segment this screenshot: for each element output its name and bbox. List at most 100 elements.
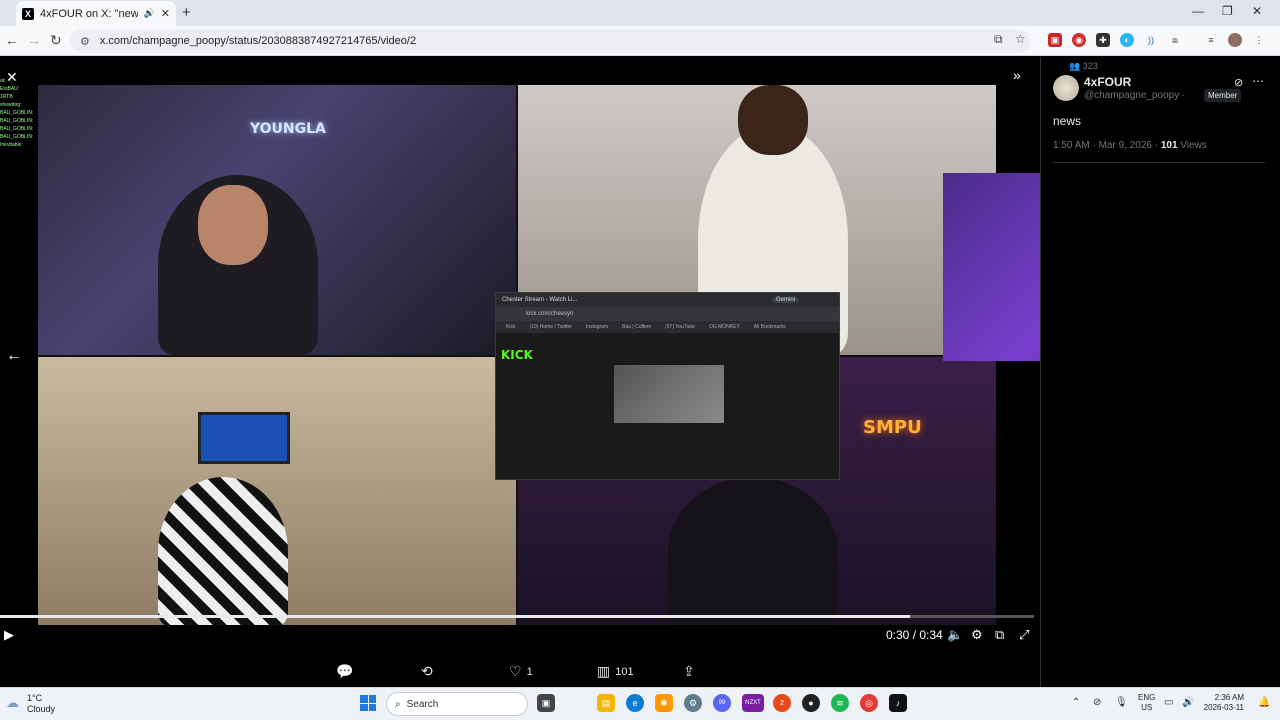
forward-icon[interactable]: → — [27, 32, 41, 48]
app-icon[interactable]: ✱ — [655, 694, 673, 712]
maximize-button[interactable]: ❐ — [1222, 4, 1233, 18]
brave-icon[interactable]: 2 — [773, 694, 791, 712]
repost-button[interactable]: ⟲ — [421, 663, 433, 680]
extension-3-icon[interactable]: ✚ — [1096, 33, 1110, 47]
community-count-value: 323 — [1082, 61, 1098, 71]
avatar[interactable] — [1053, 75, 1079, 101]
picture-in-picture-icon[interactable]: ⧉ — [995, 627, 1004, 643]
embedded-browser-window: Chester Stream - Watch Li... Gemini kick… — [495, 292, 840, 480]
notifications-icon[interactable]: 🔔 — [1258, 697, 1270, 708]
like-count: 1 — [526, 665, 533, 678]
reply-button[interactable]: 💬 — [336, 663, 353, 680]
back-icon[interactable]: ← — [5, 32, 19, 48]
author-name[interactable]: 4xFOUR — [1084, 75, 1131, 89]
bookmark-item: All Bookmarks — [753, 324, 786, 330]
x-logo-icon: X — [22, 7, 34, 20]
taskbar-search[interactable]: ⌕ Search — [386, 692, 528, 716]
share-icon: ⇪ — [683, 663, 695, 679]
stream-chat-overlay: at: EtoBAU: 1RTB: shewdog: BAU_GOBLIN: B… — [0, 77, 38, 277]
divider — [1053, 162, 1265, 163]
bookmark-item: (57) YouTube — [665, 324, 695, 330]
expand-sidebar-icon[interactable]: » — [1013, 67, 1021, 83]
gemini-button: Gemini — [771, 297, 799, 303]
extension-1-icon[interactable]: ▣ — [1048, 33, 1062, 47]
media-controls-icon[interactable]: ≡ — [1204, 33, 1218, 47]
views-button[interactable]: ▥ 101 — [597, 663, 634, 680]
install-app-icon[interactable]: ⧉ — [994, 32, 1003, 47]
chat-line: BAU_GOBLIN: — [0, 134, 34, 140]
nzxt-icon[interactable]: NZXT — [742, 694, 764, 712]
extension-2-icon[interactable]: ◉ — [1072, 33, 1086, 47]
settings-gear-icon[interactable]: ⚙ — [971, 627, 983, 643]
repost-icon: ⟲ — [421, 663, 433, 679]
like-button[interactable]: ♡ 1 — [509, 663, 533, 680]
extensions-puzzle-icon[interactable]: ⧈ — [1168, 33, 1182, 47]
site-info-icon[interactable]: ⚙ — [80, 35, 90, 48]
handle-separator: · — [1182, 90, 1186, 101]
weather-temp[interactable]: 1°C — [27, 693, 42, 703]
address-bar[interactable]: ⚙ x.com/champagne_poopy/status/203088387… — [70, 29, 1030, 53]
volume-icon[interactable]: 🔈 — [947, 627, 963, 643]
obs-icon[interactable]: ● — [802, 694, 820, 712]
extension-4-icon[interactable]: ◐ — [1120, 33, 1134, 47]
chat-line: at: — [0, 78, 6, 84]
chrome-icon[interactable]: ◎ — [860, 694, 878, 712]
minimize-button[interactable]: — — [1192, 4, 1204, 18]
system-clock[interactable]: 2:36 AM 2026-03-11 — [1202, 693, 1244, 713]
network-icon[interactable]: ⊘ — [1093, 697, 1101, 708]
discord-icon[interactable]: 99 — [713, 694, 731, 712]
author-handle[interactable]: @champagne_poopy · — [1084, 90, 1185, 101]
browser-tab[interactable]: X 4xFOUR on X: "news https: 🔊 ✕ — [16, 1, 176, 26]
video-progress-bar[interactable] — [0, 615, 1034, 618]
neon-sign: YOUNGLA — [250, 121, 326, 137]
weather-condition[interactable]: Cloudy — [27, 704, 55, 714]
speaker-icon[interactable]: 🔊 — [144, 8, 155, 19]
chat-line: 1RTB: — [0, 94, 15, 100]
close-tab-icon[interactable]: ✕ — [161, 7, 170, 20]
play-icon[interactable]: ▶ — [4, 627, 14, 643]
chat-line: BAU_GOBLIN: — [0, 110, 34, 116]
fullscreen-icon[interactable]: ⤢ — [1019, 627, 1029, 643]
bookmark-star-icon[interactable]: ☆ — [1015, 32, 1026, 46]
member-badge: Member — [1204, 89, 1242, 102]
share-button[interactable]: ⇪ — [683, 663, 695, 680]
microphone-icon[interactable]: 🎙 — [1115, 697, 1128, 708]
clock-time: 2:36 AM — [1214, 693, 1244, 702]
streamer-face — [198, 185, 268, 265]
bookmark-item: (10) Home / Twitter — [529, 324, 572, 330]
more-options-icon[interactable]: ⋯ — [1252, 74, 1264, 88]
settings-app-icon[interactable]: ⚙ — [684, 694, 702, 712]
embedded-url: kick.com/cheesyn — [526, 311, 574, 317]
close-window-button[interactable]: ✕ — [1252, 4, 1262, 18]
post-timestamp[interactable]: 1:50 AM · Mar 9, 2026 · — [1053, 140, 1158, 151]
bar-chart-icon: ▥ — [597, 663, 611, 679]
view-count: 101 — [615, 665, 634, 678]
browser-menu-icon[interactable]: ⋮ — [1252, 33, 1266, 47]
file-explorer-icon[interactable]: ▤ — [597, 694, 615, 712]
chat-line: shewdog: — [0, 102, 22, 108]
streamer-face — [738, 85, 808, 155]
cloud-icon[interactable]: ☁ — [6, 695, 19, 711]
reload-icon[interactable]: ↻ — [50, 32, 62, 49]
tray-chevron-icon[interactable]: ⌃ — [1072, 697, 1080, 708]
new-tab-button[interactable]: + — [182, 4, 191, 21]
profile-avatar[interactable] — [1228, 33, 1242, 47]
windows-taskbar: ☁ 1°C Cloudy ⌕ Search ▣ ▤ e ✱ ⚙ 99 NZXT … — [0, 687, 1280, 720]
tiktok-icon[interactable]: ♪ — [889, 694, 907, 712]
edge-icon[interactable]: e — [626, 694, 644, 712]
spotify-icon[interactable]: ≋ — [831, 694, 849, 712]
extension-5-icon[interactable]: )) — [1144, 33, 1158, 47]
keyboard-layout: US — [1141, 703, 1153, 712]
display-icon[interactable]: ▭ — [1164, 697, 1173, 708]
community-count: 👥 323 — [1069, 61, 1098, 71]
task-view-icon[interactable]: ▣ — [537, 694, 555, 712]
start-button[interactable] — [360, 695, 376, 711]
video-timecode: 0:30 / 0:34 — [886, 628, 943, 642]
tab-title: 4xFOUR on X: "news https: — [40, 7, 138, 20]
bookmark-item: Bau | Cuffem — [622, 324, 652, 330]
grok-icon[interactable]: ⊘ — [1234, 76, 1243, 89]
volume-tray-icon[interactable]: 🔊 — [1182, 697, 1194, 708]
chat-line: EtoBAU: — [0, 86, 20, 92]
previous-media-icon[interactable]: ← — [6, 347, 22, 365]
language-indicator[interactable]: ENG US — [1138, 693, 1155, 713]
